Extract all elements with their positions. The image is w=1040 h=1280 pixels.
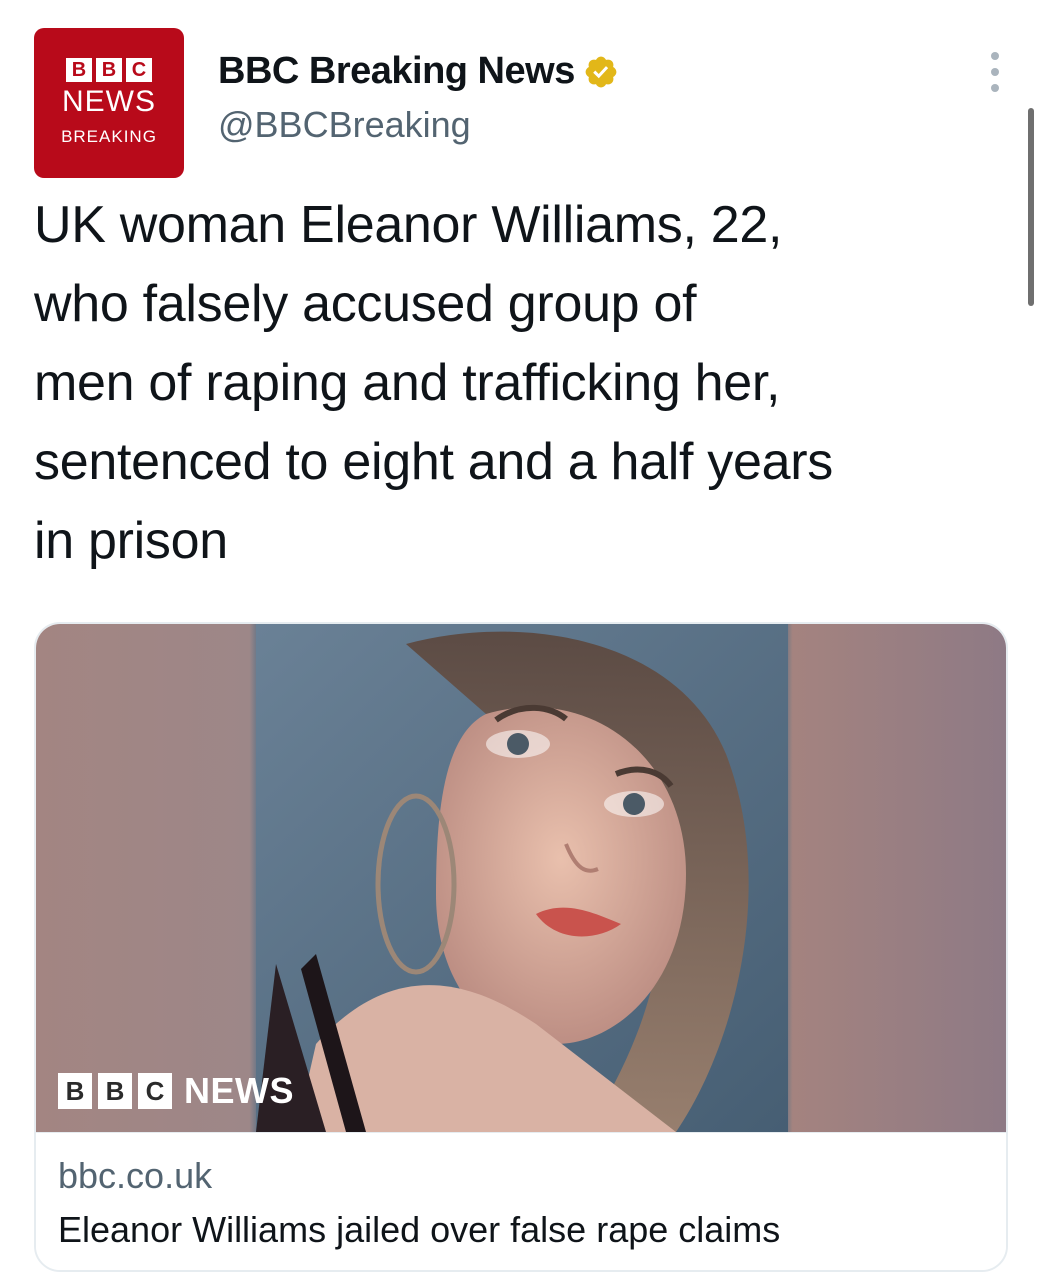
display-name[interactable]: BBC Breaking News — [218, 50, 619, 93]
link-card[interactable]: B B C NEWS bbc.co.uk Eleanor Williams ja… — [34, 622, 1008, 1272]
image-logo-block: B — [58, 1073, 92, 1109]
avatar-block-c: C — [126, 58, 152, 82]
card-domain: bbc.co.uk — [58, 1155, 213, 1196]
card-image-bbc-logo: B B C NEWS — [58, 1070, 294, 1112]
more-dot — [991, 84, 999, 92]
handle[interactable]: @BBCBreaking — [218, 104, 471, 146]
more-options-icon[interactable] — [990, 52, 1000, 92]
scrollbar[interactable] — [1028, 108, 1034, 306]
avatar-bbc-blocks: B B C — [66, 58, 152, 82]
tweet-text-line: UK woman Eleanor Williams, 22, — [34, 196, 783, 254]
avatar-block-b1: B — [66, 58, 92, 82]
avatar-breaking-text: BREAKING — [61, 127, 157, 146]
avatar[interactable]: B B C NEWS BREAKING — [34, 28, 184, 178]
tweet-text-line: in prison — [34, 512, 228, 570]
image-logo-block: C — [138, 1073, 172, 1109]
card-title[interactable]: Eleanor Williams jailed over false rape … — [58, 1209, 780, 1251]
tweet-text: UK woman Eleanor Williams, 22, who false… — [34, 186, 994, 581]
portrait-photo — [256, 624, 788, 1132]
avatar-block-b2: B — [96, 58, 122, 82]
verified-badge-icon — [585, 56, 617, 87]
card-image[interactable]: B B C NEWS — [36, 624, 1006, 1132]
more-dot — [991, 52, 999, 60]
more-dot — [991, 68, 999, 76]
avatar-news-text: NEWS — [62, 85, 156, 118]
image-logo-news: NEWS — [184, 1070, 294, 1111]
image-logo-block: B — [98, 1073, 132, 1109]
tweet-text-line: sentenced to eight and a half years — [34, 433, 833, 491]
card-meta[interactable]: bbc.co.uk Eleanor Williams jailed over f… — [36, 1132, 1006, 1270]
tweet-text-line: men of raping and trafficking her, — [34, 354, 781, 412]
display-name-text: BBC Breaking News — [218, 50, 575, 92]
tweet-text-line: who falsely accused group of — [34, 275, 697, 333]
